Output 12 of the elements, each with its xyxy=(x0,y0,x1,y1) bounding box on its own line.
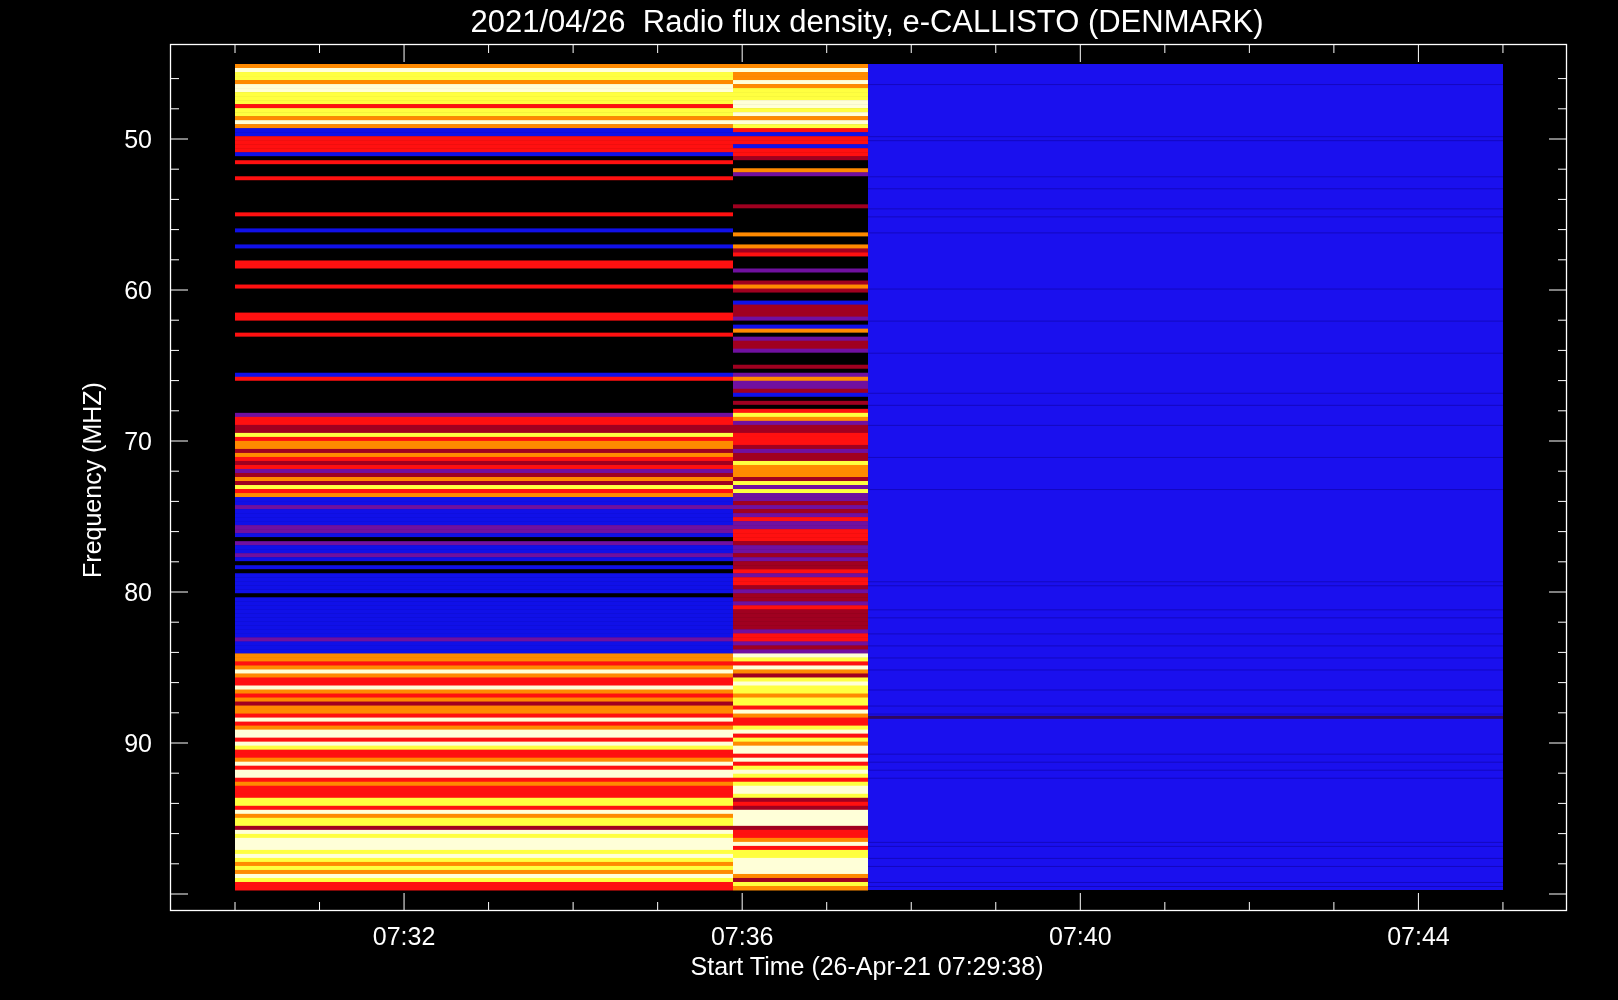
y-tick-label: 50 xyxy=(124,125,152,153)
x-tick-label: 07:32 xyxy=(372,922,436,950)
x-tick-label: 07:36 xyxy=(710,922,774,950)
y-tick-label: 90 xyxy=(124,729,152,757)
chart-title: 2021/04/26 Radio flux density, e-CALLISTO (DENMARK) xyxy=(470,4,1264,39)
x-axis-label: Start Time (26-Apr-21 07:29:38) xyxy=(690,952,1044,980)
y-tick-label: 60 xyxy=(124,276,152,304)
y-axis-label: Frequency (MHZ) xyxy=(78,382,106,578)
y-tick-label: 70 xyxy=(124,427,152,455)
y-tick-label: 80 xyxy=(124,578,152,606)
x-tick-label: 07:44 xyxy=(1387,922,1450,950)
x-tick-label: 07:40 xyxy=(1049,922,1112,950)
